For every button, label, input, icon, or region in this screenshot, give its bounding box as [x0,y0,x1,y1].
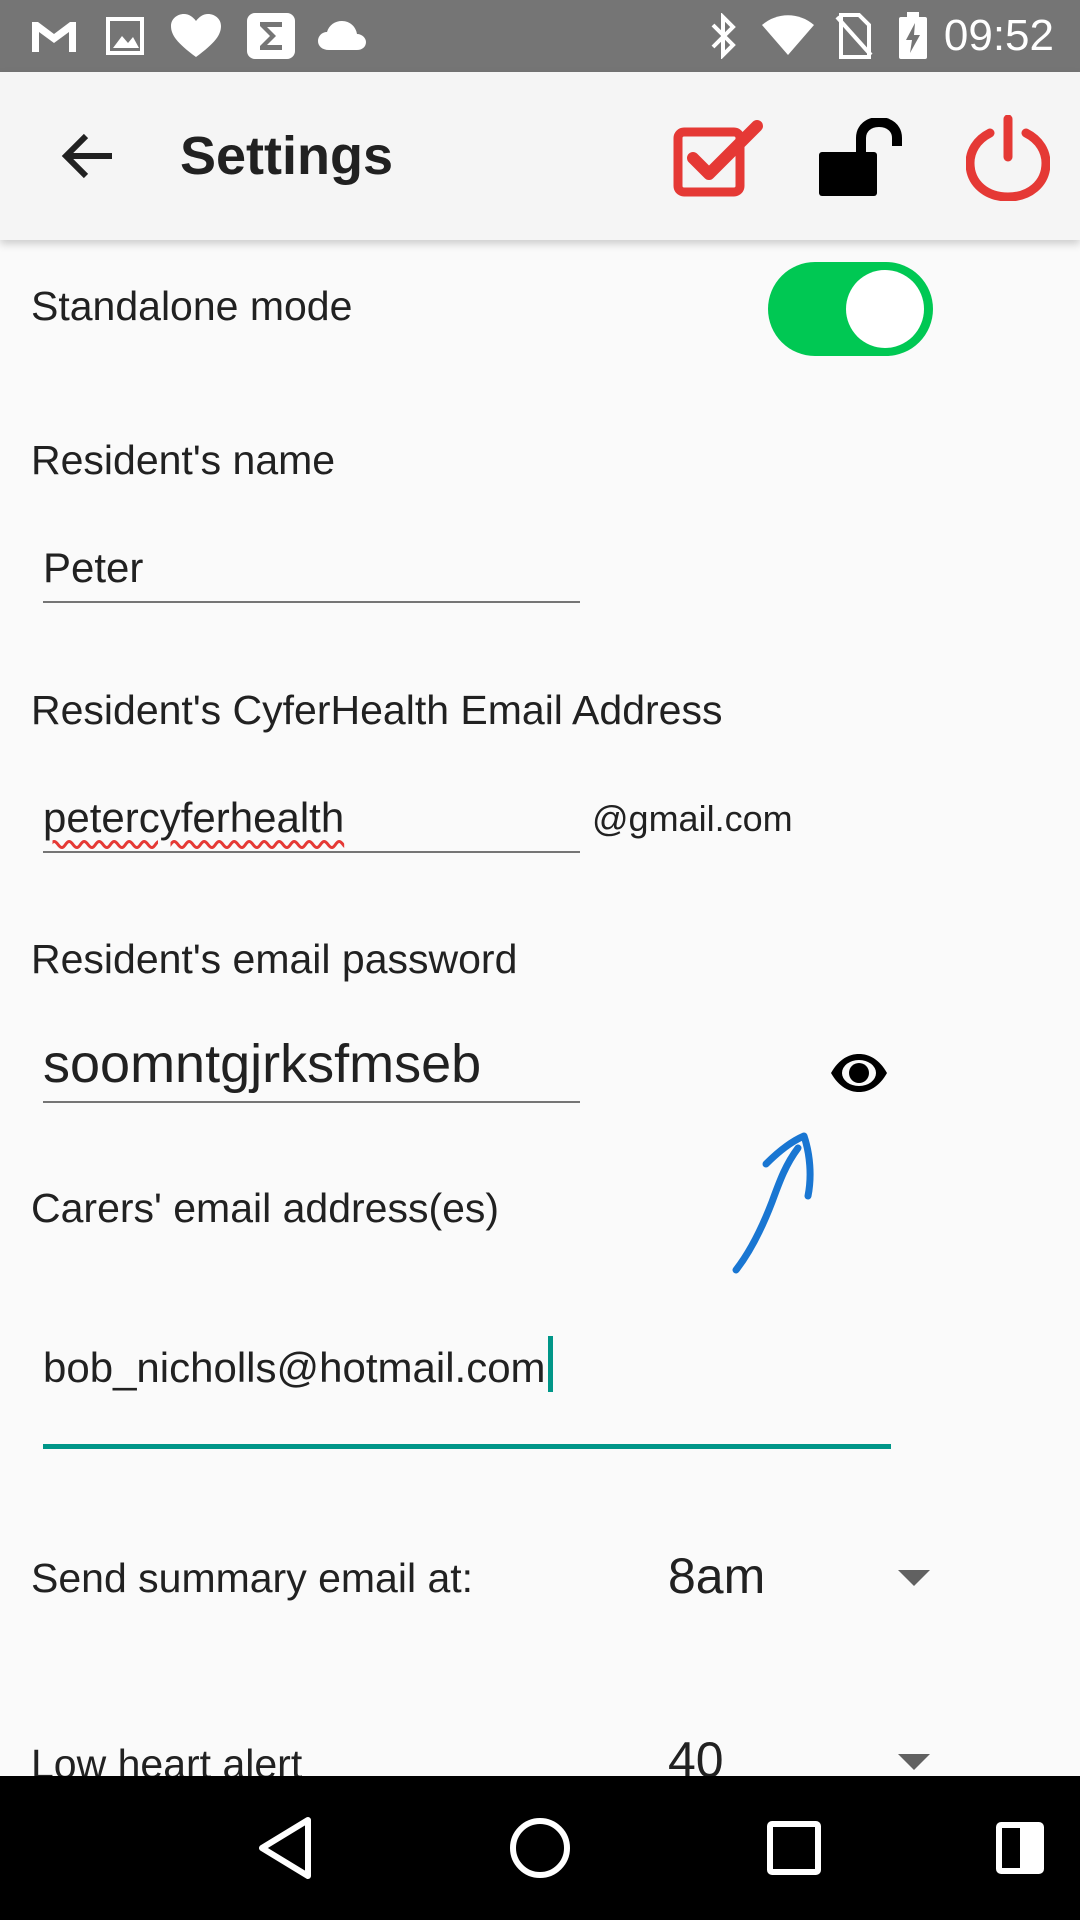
wifi-icon [760,12,816,60]
annotation-arrow [732,1132,814,1274]
text-cursor [547,1336,553,1392]
resident-name-label: Resident's name [31,437,336,483]
battery-charging-icon [896,12,930,60]
bluetooth-icon [706,12,742,60]
switch-thumb [846,270,924,348]
summary-time-value: 8am [668,1548,766,1604]
resident-email-value: petercyferhealth [43,794,345,841]
resident-email-underline [43,851,580,853]
resident-name-underline [43,601,580,603]
summary-email-label: Send summary email at: [31,1555,474,1601]
low-heart-alert-label: Low heart alert [31,1741,303,1776]
email-domain-suffix: @gmail.com [592,798,793,839]
standalone-mode-switch[interactable] [768,262,933,356]
carers-email-label: Carers' email address(es) [31,1185,500,1231]
check-box-icon [673,120,763,197]
gmail-icon [26,12,82,60]
cloud-icon [316,12,368,60]
low-heart-dropdown[interactable]: 40 [660,1730,950,1776]
no-sim-icon [834,12,874,60]
arrow-back-icon [61,133,112,179]
low-heart-value: 40 [668,1732,724,1776]
sigma-app-icon [244,12,298,60]
resident-password-input[interactable]: soomntgjrksfmseb [43,1032,481,1096]
app-bar: Settings [0,72,1080,240]
nav-back-button[interactable] [236,1798,336,1898]
resident-name-input[interactable]: Peter [43,542,143,594]
eye-icon [831,1054,887,1092]
resident-password-label: Resident's email password [31,936,518,982]
save-settings-button[interactable] [668,108,768,208]
standalone-mode-label: Standalone mode [31,283,353,329]
dropdown-arrow-icon [898,1754,930,1770]
split-screen-icon [996,1822,1044,1874]
status-time: 09:52 [943,11,1054,60]
show-password-button[interactable] [828,1046,890,1100]
status-bar: 09:52 [0,0,1080,72]
gallery-icon [102,12,148,60]
heart-app-icon [168,12,224,60]
page-title: Settings [180,126,394,186]
resident-password-underline [43,1101,580,1103]
nav-home-button[interactable] [490,1798,590,1898]
power-icon [966,115,1050,201]
summary-time-dropdown[interactable]: 8am [660,1536,950,1616]
lock-button[interactable] [812,108,912,208]
recents-square-icon [767,1821,821,1875]
carers-email-value: bob_nicholls@hotmail.com [43,1344,546,1391]
resident-email-input[interactable]: petercyferhealth [43,792,344,844]
power-button[interactable] [958,108,1058,208]
resident-email-label: Resident's CyferHealth Email Address [31,687,723,733]
dropdown-arrow-icon [898,1570,930,1586]
nav-split-button[interactable] [970,1798,1070,1898]
back-button[interactable] [44,112,132,200]
navigation-bar [0,1776,1080,1920]
home-circle-icon [510,1818,570,1878]
nav-recents-button[interactable] [744,1798,844,1898]
carers-email-input[interactable]: bob_nicholls@hotmail.com [43,1336,553,1394]
lock-open-icon [819,118,902,196]
settings-list: Standalone mode Resident's name Peter Re… [0,240,1080,1776]
back-triangle-icon [259,1817,311,1879]
carers-email-underline [43,1444,891,1449]
